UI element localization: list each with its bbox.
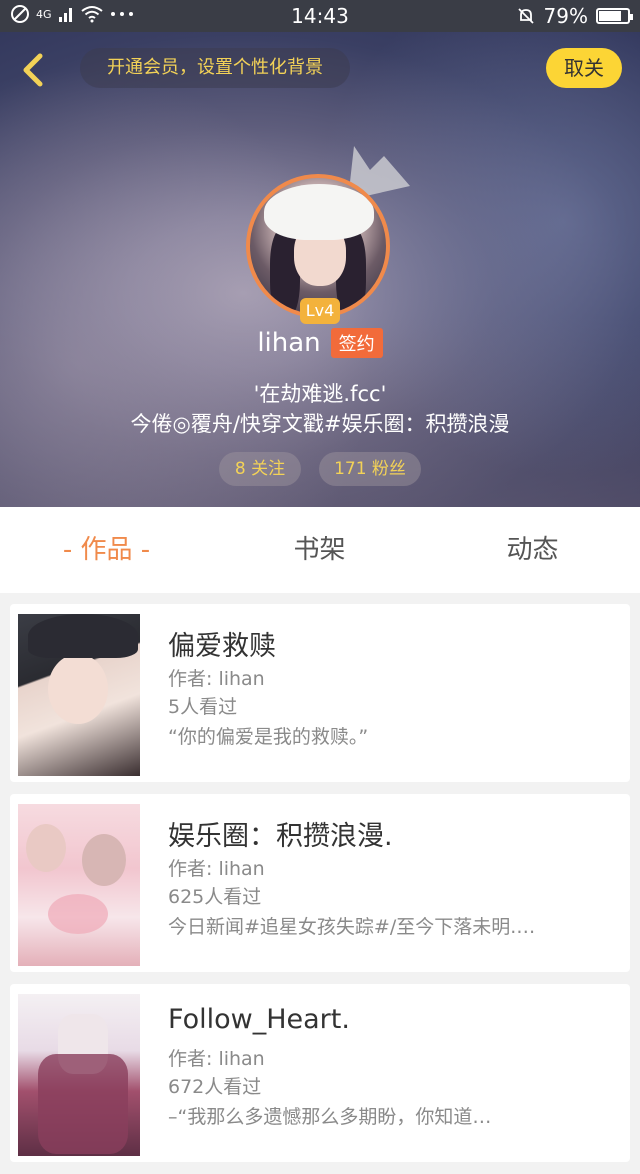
avatar[interactable]: [246, 174, 390, 318]
work-card[interactable]: 偏爱救赎 作者: lihan 5人看过 “你的偏爱是我的救赎。”: [10, 604, 630, 782]
book-cover: [18, 614, 140, 776]
work-views: 5人看过: [168, 696, 238, 718]
signature-line-2: 今倦◎覆舟/快穿文戳#娱乐圈：积攒浪漫: [130, 412, 510, 436]
book-cover: [18, 994, 140, 1156]
status-bar: 4G 14:43 79%: [0, 0, 640, 32]
followers-count[interactable]: 171 粉丝: [319, 452, 421, 486]
battery-icon: [596, 8, 633, 24]
works-list: 偏爱救赎 作者: lihan 5人看过 “你的偏爱是我的救赎。” 娱乐圈：积攒浪…: [10, 604, 630, 1174]
work-description: –“我那么多遗憾那么多期盼，你知道…: [168, 1106, 492, 1128]
work-card[interactable]: Follow_Heart. 作者: lihan 672人看过 –“我那么多遗憾那…: [10, 984, 630, 1162]
work-author: 作者: lihan: [168, 858, 265, 880]
signed-badge: 签约: [330, 328, 383, 358]
tab-works[interactable]: - 作品 -: [0, 507, 213, 593]
tab-bookshelf[interactable]: 书架: [213, 507, 426, 593]
mute-bell-icon: [517, 8, 534, 24]
work-views: 625人看过: [168, 886, 262, 908]
work-author: 作者: lihan: [168, 1048, 265, 1070]
work-title: 娱乐圈：积攒浪漫.: [168, 821, 393, 852]
battery-percent: 79%: [543, 4, 588, 28]
level-badge: Lv4: [300, 298, 340, 324]
book-cover: [18, 804, 140, 966]
work-description: “你的偏爱是我的救赎。”: [168, 726, 369, 748]
back-arrow-icon[interactable]: [16, 52, 52, 88]
profile-tabs: - 作品 - 书架 动态: [0, 507, 640, 593]
work-views: 672人看过: [168, 1076, 262, 1098]
work-description: 今日新闻#追星女孩失踪#/至今下落未明.…: [168, 916, 536, 938]
work-title: 偏爱救赎: [168, 631, 276, 662]
work-title: Follow_Heart.: [168, 1004, 350, 1035]
work-card[interactable]: 娱乐圈：积攒浪漫. 作者: lihan 625人看过 今日新闻#追星女孩失踪#/…: [10, 794, 630, 972]
signature-line-1: '在劫难逃.fcc': [253, 382, 387, 406]
tab-activity[interactable]: 动态: [426, 507, 639, 593]
username: lihan: [257, 328, 321, 358]
profile-header: 开通会员，设置个性化背景 取关 Lv4 lihan 签约 '在劫难逃.fcc' …: [0, 32, 640, 507]
vip-background-prompt[interactable]: 开通会员，设置个性化背景: [80, 48, 350, 88]
work-author: 作者: lihan: [168, 668, 265, 690]
unfollow-button[interactable]: 取关: [546, 48, 622, 88]
following-count[interactable]: 8 关注: [219, 452, 301, 486]
